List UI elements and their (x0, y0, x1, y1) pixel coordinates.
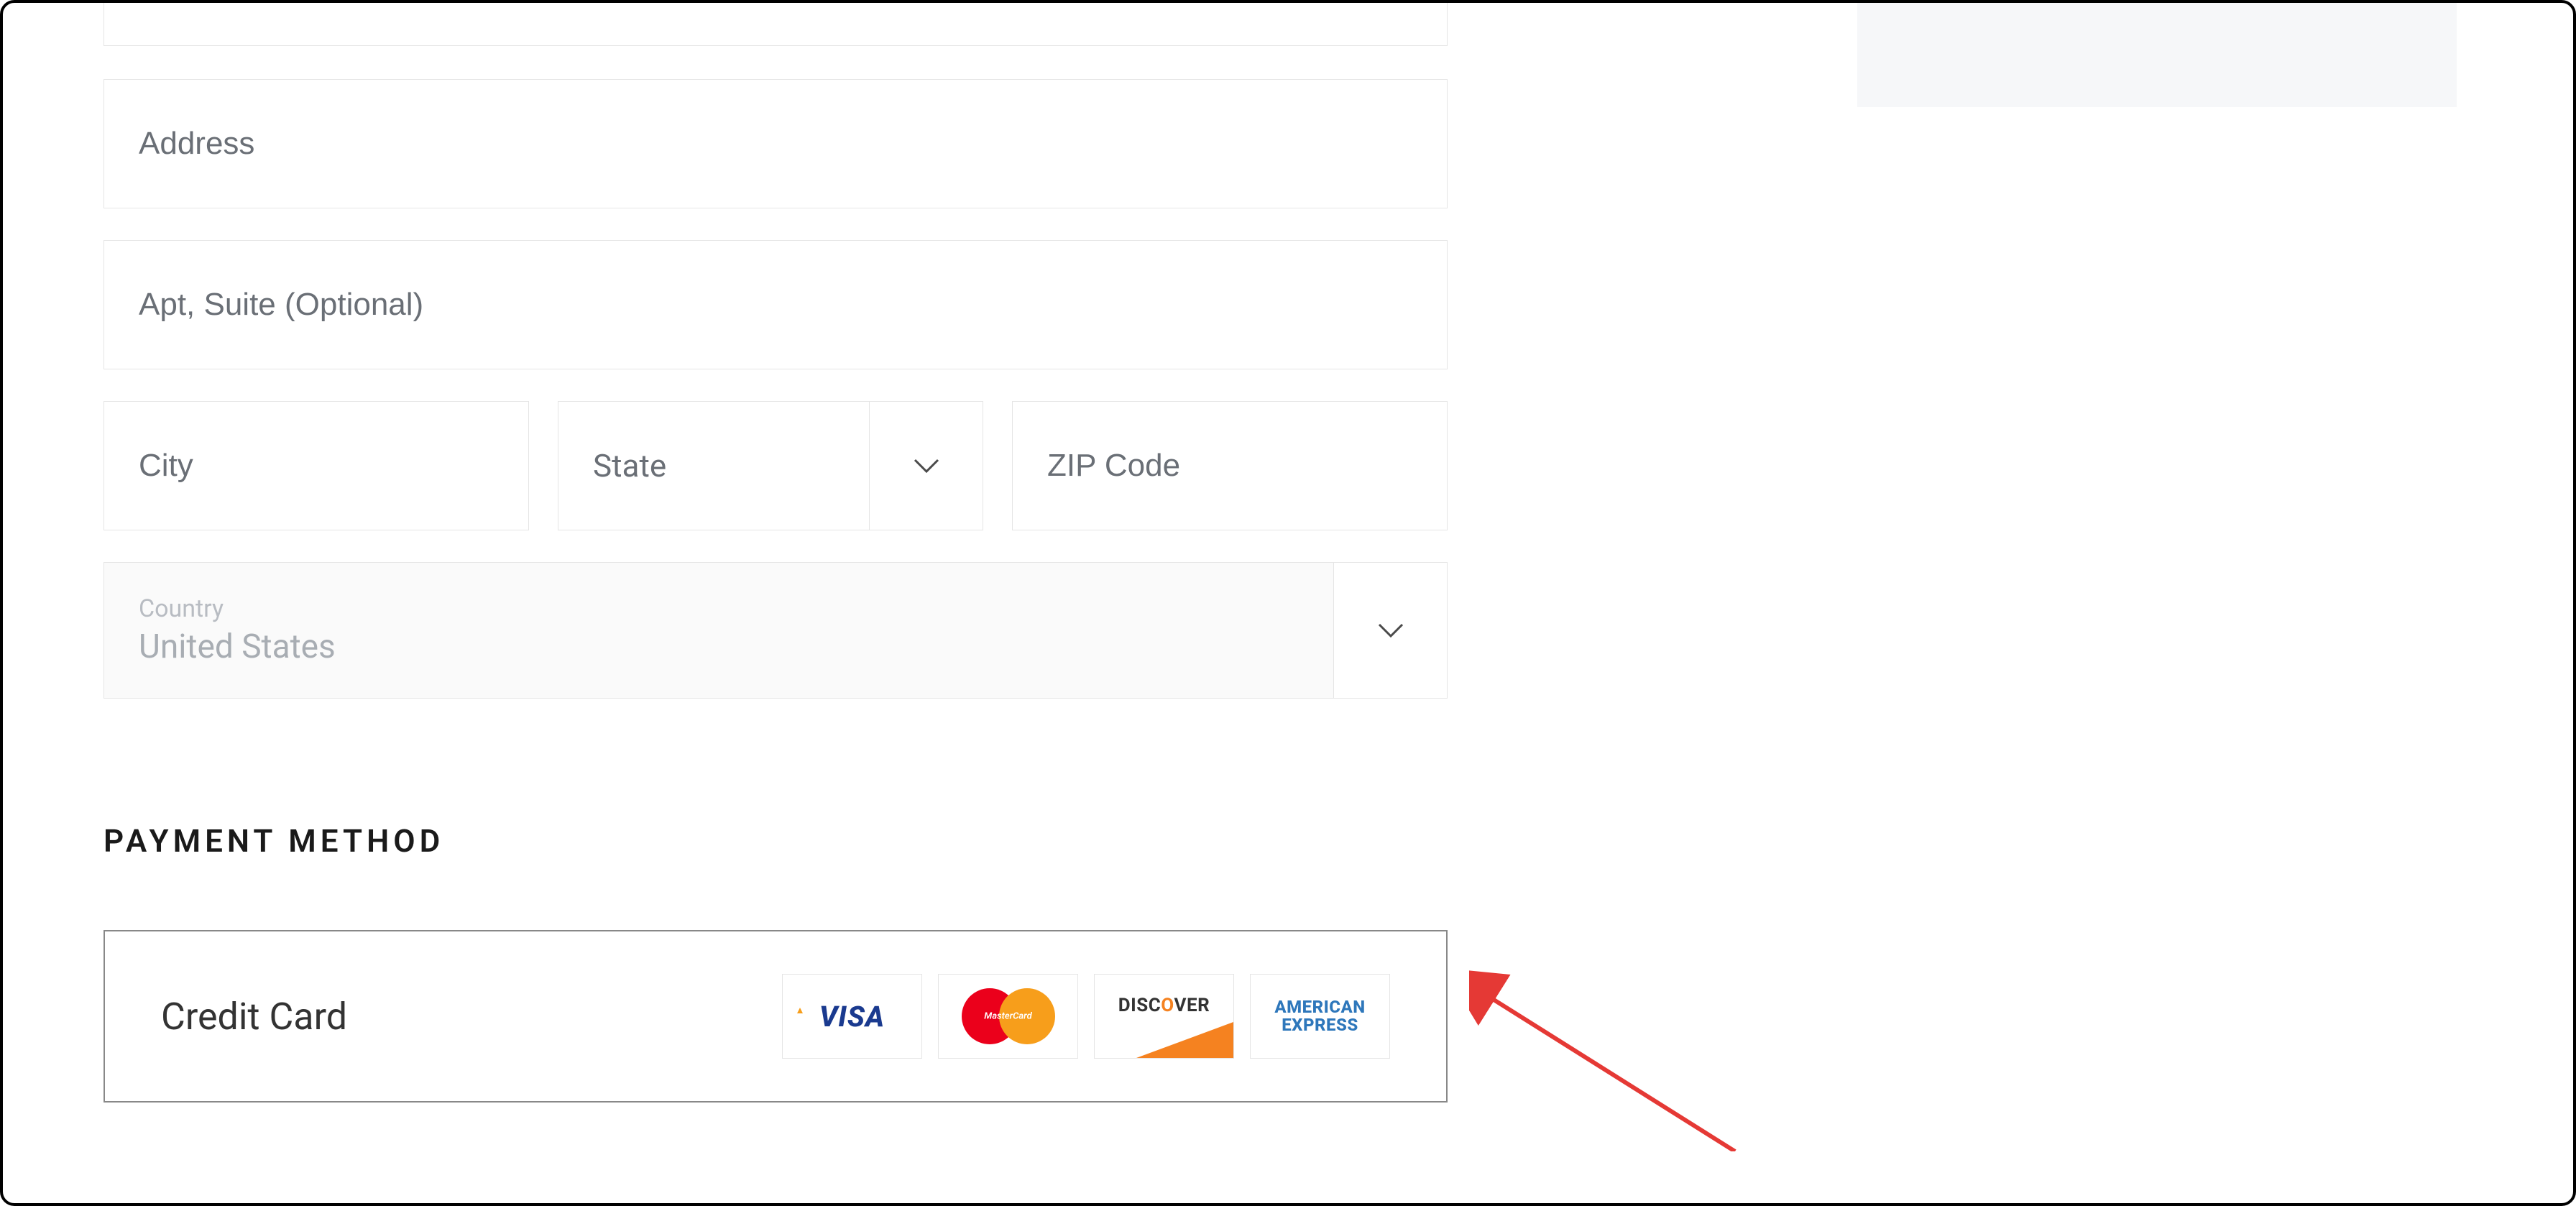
discover-text: DISCOVER (1118, 995, 1210, 1016)
country-inner: Country United States (104, 563, 1333, 698)
city-state-zip-row: State (104, 401, 1448, 530)
payment-option-label: Credit Card (161, 995, 347, 1039)
chevron-down-icon (1372, 612, 1409, 649)
address-input[interactable] (139, 126, 1412, 162)
state-placeholder: State (593, 447, 869, 484)
country-label: Country (139, 594, 1333, 623)
city-field[interactable] (104, 401, 529, 530)
country-value: United States (139, 627, 1333, 666)
mastercard-icon: MasterCard (938, 974, 1078, 1059)
mastercard-text: MasterCard (984, 1011, 1031, 1022)
state-select[interactable]: State (558, 401, 983, 530)
card-icons-row: VISA MasterCard DISCOVER AMERICANEXPRES (782, 974, 1390, 1059)
visa-text: VISA (819, 1000, 885, 1034)
state-chevron-box[interactable] (869, 402, 983, 530)
prior-field[interactable] (104, 0, 1448, 46)
country-chevron-box[interactable] (1333, 563, 1447, 698)
address-field[interactable] (104, 79, 1448, 208)
apt-input[interactable] (139, 287, 1412, 323)
page-frame: State Country United States (0, 0, 2576, 1206)
order-summary-panel (1857, 3, 2457, 107)
zip-field[interactable] (1012, 401, 1448, 530)
amex-text: AMERICANEXPRESS (1274, 998, 1365, 1034)
zip-input[interactable] (1047, 448, 1412, 484)
chevron-down-icon (908, 447, 945, 484)
amex-icon: AMERICANEXPRESS (1250, 974, 1390, 1059)
payment-method-heading: PAYMENT METHOD (104, 822, 444, 860)
visa-icon: VISA (782, 974, 922, 1059)
apt-field[interactable] (104, 240, 1448, 369)
discover-icon: DISCOVER (1094, 974, 1234, 1059)
country-select[interactable]: Country United States (104, 562, 1448, 699)
city-input[interactable] (139, 448, 494, 484)
payment-option-credit-card[interactable]: Credit Card VISA MasterCard DISCOVER (104, 930, 1448, 1103)
annotation-arrow (1469, 965, 1757, 1151)
